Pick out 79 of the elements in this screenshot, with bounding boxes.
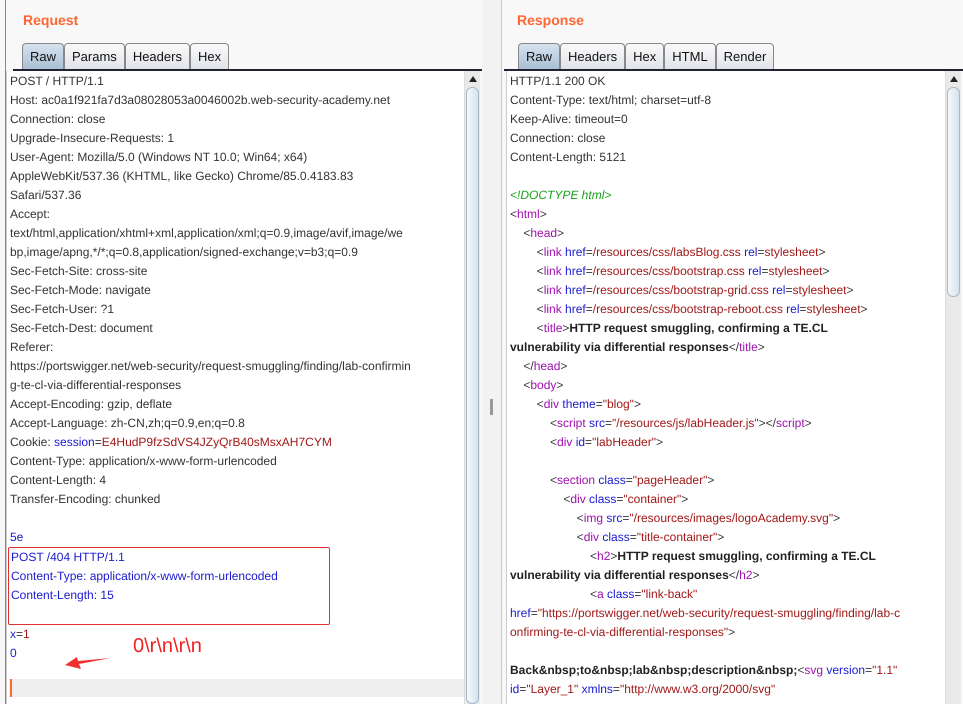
code-line: <div theme="blog"> [536, 396, 641, 413]
code-line: <html> [509, 206, 547, 223]
code-line: Sec-Fetch-User: ?1 [9, 301, 114, 318]
code-line: Accept: [9, 206, 50, 223]
code-line: Sec-Fetch-Dest: document [9, 320, 153, 337]
code-line: Content-Type: application/x-www-form-urlencoded [10, 568, 278, 585]
code-line: <link href=/resources/css/labsBlog.css rel=stylesheet> [536, 244, 826, 261]
code-line: Safari/537.36 [9, 187, 82, 204]
code-line: Referer: [9, 339, 54, 356]
code-line: <link href=/resources/css/bootstrap-grid.css rel=stylesheet> [536, 282, 854, 299]
code-line: 0 [9, 645, 17, 662]
scrollbar[interactable] [945, 71, 961, 704]
code-line: vulnerability via differential responses</title> [509, 339, 765, 356]
code-line: Host: ac0a1f921fa7d3a08028053a0046002b.web-security-academy.net [9, 92, 390, 109]
code-line: Connection: close [509, 130, 606, 147]
tab[interactable]: Hex [625, 43, 664, 69]
tab[interactable]: Hex [190, 43, 230, 69]
code-line: x=1 [9, 626, 30, 643]
tab[interactable]: Headers [560, 43, 626, 69]
code-line: <link href=/resources/css/bootstrap.css rel=stylesheet> [536, 263, 830, 280]
tab[interactable]: Raw [22, 43, 64, 69]
code-line: POST /404 HTTP/1.1 [10, 549, 125, 566]
code-line: </head> [522, 358, 568, 375]
code-line: Content-Type: application/x-www-form-urlencoded [9, 453, 277, 470]
code-line: <title>HTTP request smuggling, confirming a TE.CL [536, 320, 828, 337]
code-line: id="Layer_1" xmlns="http://www.w3.org/2000/svg" [509, 681, 776, 698]
scrollbar[interactable] [464, 71, 480, 704]
code-line: User-Agent: Mozilla/5.0 (Windows NT 10.0; Win64; x64) [9, 149, 308, 166]
tab[interactable]: Params [64, 43, 125, 69]
code-line: HTTP/1.1 200 OK [509, 73, 606, 90]
code-line: AppleWebKit/537.36 (KHTML, like Gecko) Chrome/85.0.4183.83 [9, 168, 354, 185]
code-line: <!DOCTYPE html> [509, 187, 612, 204]
code-line: Content-Length: 15 [10, 587, 114, 604]
code-line: Content-Length: 5121 [509, 149, 626, 166]
text-caret [10, 679, 12, 697]
code-line: <body> [522, 377, 564, 394]
code-line: <a class="link-back" [589, 586, 698, 603]
code-line: Content-Type: text/html; charset=utf-8 [509, 92, 712, 109]
scroll-up-icon[interactable] [468, 74, 478, 84]
code-line: g-te-cl-via-differential-responses [9, 377, 182, 394]
code-line: 5e [9, 529, 24, 546]
tab[interactable]: HTML [664, 43, 716, 69]
code-line: <div id="labHeader"> [549, 434, 663, 451]
panel-title: Request [22, 12, 80, 30]
code-line: bp,image/apng,*/*;q=0.8,application/signed-exchange;v=b3;q=0.9 [9, 244, 358, 261]
code-line: POST / HTTP/1.1 [9, 73, 104, 90]
code-line: <section class="pageHeader"> [549, 472, 714, 489]
scroll-up-icon[interactable] [948, 74, 958, 84]
code-line: Accept-Language: zh-CN,zh;q=0.9,en;q=0.8 [9, 415, 245, 432]
code-line: Connection: close [9, 111, 106, 128]
code-line: Back&nbsp;to&nbsp;lab&nbsp;description&nbsp;<svg version="1.1" [509, 662, 898, 679]
code-line: vulnerability via differential responses</h2> [509, 567, 760, 584]
tab[interactable]: Render [716, 43, 774, 69]
code-line: Keep-Alive: timeout=0 [509, 111, 628, 128]
annotation-arrow [65, 655, 111, 671]
tab[interactable]: Raw [518, 43, 560, 69]
code-line: <script src="/resources/js/labHeader.js"></script> [549, 415, 812, 432]
panel-title: Response [516, 12, 585, 30]
code-line: onfirming-te-cl-via-differential-responses"> [509, 624, 736, 641]
code-line: Upgrade-Insecure-Requests: 1 [9, 130, 174, 147]
code-line: Cookie: session=E4HudP9fzSdVS4JZyQrB40sMsxAH7CYM [9, 434, 332, 451]
code-line: <img src="/resources/images/logoAcademy.svg"> [576, 510, 840, 527]
code-line: href="https://portswigger.net/web-security/request-smuggling/finding/lab-c [509, 605, 900, 622]
code-line: <head> [522, 225, 564, 242]
code-line: Content-Length: 4 [9, 472, 106, 489]
code-line: Sec-Fetch-Site: cross-site [9, 263, 148, 280]
code-line: Accept-Encoding: gzip, deflate [9, 396, 172, 413]
code-line: <div class="title-container"> [576, 529, 724, 546]
text-editor[interactable] [6, 71, 480, 704]
tab[interactable]: Headers [124, 43, 190, 69]
code-line: text/html,application/xhtml+xml,application/xml;q=0.9,image/avif,image/we [9, 225, 403, 242]
text-viewer[interactable] [506, 71, 961, 704]
code-line: <div class="container"> [562, 491, 688, 508]
code-line: https://portswigger.net/web-security/request-smuggling/finding/lab-confirmin [9, 358, 411, 375]
annotation-text: 0\r\n\r\n [133, 635, 202, 658]
code-line: Sec-Fetch-Mode: navigate [9, 282, 151, 299]
code-line: Transfer-Encoding: chunked [9, 491, 160, 508]
code-line: <h2>HTTP request smuggling, confirming a TE.CL [589, 548, 876, 565]
code-line: <link href=/resources/css/bootstrap-reboot.css rel=stylesheet> [536, 301, 868, 318]
